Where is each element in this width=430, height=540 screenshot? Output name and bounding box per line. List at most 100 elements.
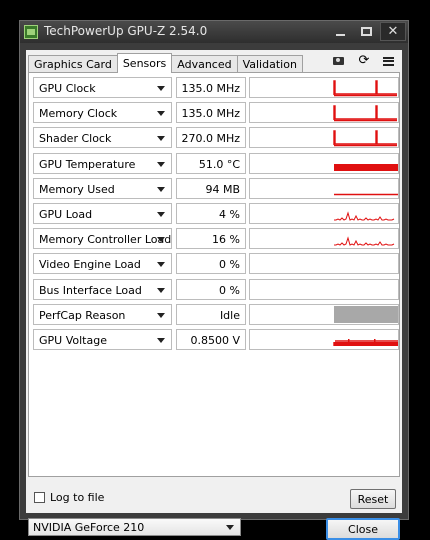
chevron-down-icon (157, 338, 165, 343)
sensor-dropdown[interactable]: Memory Clock (33, 102, 172, 124)
sensor-graph (249, 127, 399, 149)
close-icon: ✕ (387, 24, 399, 39)
sensor-label: Shader Clock (39, 132, 112, 146)
sensor-dropdown[interactable]: Video Engine Load (33, 253, 172, 275)
sensor-label: PerfCap Reason (39, 308, 126, 322)
client-area: Graphics Card Sensors Advanced Validatio… (26, 50, 402, 540)
sensor-dropdown[interactable]: Memory Used (33, 177, 172, 199)
sensor-graph (249, 77, 399, 98)
sensor-value-text: 0 % (219, 258, 240, 272)
log-to-file[interactable]: Log to file (34, 491, 104, 504)
window-title: TechPowerUp GPU-Z 2.54.0 (44, 24, 208, 38)
minimize-button[interactable] (328, 22, 353, 41)
gpu-select[interactable]: NVIDIA GeForce 210 (28, 518, 241, 536)
title-bar[interactable]: TechPowerUp GPU-Z 2.54.0 ✕ (20, 21, 408, 43)
sensor-dropdown[interactable]: GPU Voltage (33, 329, 172, 350)
sensor-value-text: 16 % (212, 233, 240, 247)
sensor-value-text: Idle (219, 308, 240, 322)
sensor-label: GPU Load (39, 208, 93, 221)
sensor-row: Video Engine Load 0 % (33, 253, 399, 275)
sensor-value: 4 % (176, 203, 246, 224)
sensor-value-text: 135.0 MHz (181, 82, 240, 95)
sensor-graph (249, 278, 399, 300)
sensor-label: Memory Clock (39, 107, 118, 121)
sensor-row: GPU Load 4 % (33, 203, 399, 224)
chevron-down-icon (157, 262, 165, 268)
sensor-graph (249, 177, 399, 199)
sensor-label: GPU Clock (39, 82, 96, 95)
sensor-row: Memory Clock 135.0 MHz (33, 102, 399, 124)
sensor-row: Bus Interface Load 0 % (33, 278, 399, 300)
menu-icon[interactable] (380, 54, 396, 68)
chevron-down-icon (157, 86, 165, 91)
sensor-value-text: 4 % (219, 208, 240, 221)
sensor-dropdown[interactable]: Bus Interface Load (33, 278, 172, 300)
sensor-label: Memory Used (39, 182, 115, 196)
sensor-row: GPU Voltage 0.8500 V (33, 329, 399, 350)
sensor-value: 0.8500 V (176, 329, 246, 350)
sensor-label: Memory Controller Load (39, 233, 172, 247)
sensor-value: 0 % (176, 278, 246, 300)
chevron-down-icon (157, 287, 165, 293)
refresh-icon[interactable]: ⟳ (356, 54, 372, 68)
sensor-row: Memory Controller Load 16 % (33, 228, 399, 250)
sensor-value-text: 0.8500 V (190, 334, 240, 347)
sensor-value-text: 135.0 MHz (181, 107, 240, 121)
sensor-label: Bus Interface Load (39, 283, 142, 297)
sensor-label: Video Engine Load (39, 258, 141, 272)
sensor-value-text: 51.0 °C (198, 157, 240, 171)
tab-strip: Graphics Card Sensors Advanced Validatio… (28, 53, 303, 73)
tab-advanced[interactable]: Advanced (171, 55, 238, 73)
sensor-value: 270.0 MHz (176, 127, 246, 149)
chevron-down-icon (157, 161, 165, 167)
close-button[interactable]: Close (326, 518, 400, 540)
gpuz-window: TechPowerUp GPU-Z 2.54.0 ✕ Graphics Card… (19, 20, 409, 540)
tab-graphics-card[interactable]: Graphics Card (28, 55, 118, 73)
sensor-value-text: 94 MB (205, 182, 240, 196)
sensor-dropdown[interactable]: GPU Clock (33, 77, 172, 98)
camera-icon[interactable] (330, 54, 346, 68)
chevron-down-icon (157, 111, 165, 117)
sensor-dropdown[interactable]: Memory Controller Load (33, 228, 172, 250)
app-icon (24, 25, 38, 39)
sensor-value: Idle (176, 303, 246, 325)
sensor-value: 135.0 MHz (176, 102, 246, 124)
sensor-graph (249, 102, 399, 124)
sensor-graph (249, 253, 399, 275)
sensor-dropdown[interactable]: Shader Clock (33, 127, 172, 149)
sensor-row: Shader Clock 270.0 MHz (33, 127, 399, 149)
chevron-down-icon (157, 136, 165, 142)
sensor-label: GPU Temperature (39, 157, 136, 171)
sensor-row: GPU Temperature 51.0 °C (33, 152, 399, 174)
sensor-row: GPU Clock 135.0 MHz (33, 77, 399, 98)
sensor-dropdown[interactable]: PerfCap Reason (33, 303, 172, 325)
tab-validation[interactable]: Validation (236, 55, 303, 73)
minimize-icon (336, 34, 345, 36)
sensor-dropdown[interactable]: GPU Load (33, 203, 172, 224)
sensor-graph (249, 152, 399, 174)
sensor-value: 135.0 MHz (176, 77, 246, 98)
sensor-label: GPU Voltage (39, 334, 107, 347)
reset-button[interactable]: Reset (350, 489, 396, 509)
tab-sensors[interactable]: Sensors (116, 53, 173, 73)
chevron-down-icon (157, 237, 165, 243)
sensor-graph (249, 203, 399, 224)
sensor-graph (249, 303, 399, 325)
log-checkbox[interactable] (34, 492, 45, 503)
chevron-down-icon (226, 525, 234, 530)
log-label: Log to file (50, 491, 105, 504)
sensor-value: 51.0 °C (176, 152, 246, 174)
sensor-graph (249, 329, 399, 350)
chevron-down-icon (157, 186, 165, 192)
gpu-select-value: NVIDIA GeForce 210 (33, 521, 145, 534)
close-window-button[interactable]: ✕ (380, 22, 406, 41)
sensor-value: 94 MB (176, 177, 246, 199)
sensor-value: 0 % (176, 253, 246, 275)
sensor-value: 16 % (176, 228, 246, 250)
sensor-row: PerfCap Reason Idle (33, 303, 399, 325)
sensor-graph (249, 228, 399, 250)
maximize-button[interactable] (354, 22, 379, 41)
maximize-icon (361, 27, 372, 36)
sensor-row: Memory Used 94 MB (33, 177, 399, 199)
sensor-dropdown[interactable]: GPU Temperature (33, 152, 172, 174)
